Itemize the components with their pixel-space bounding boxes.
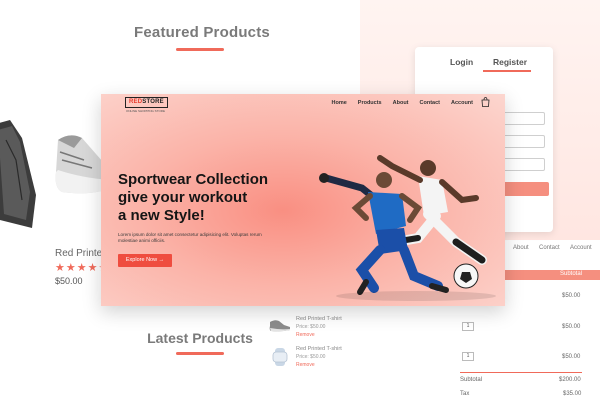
register-tab-indicator [483,70,531,72]
jacket-image[interactable] [0,120,42,230]
cart-item-name: Red Printed T-shirt [296,316,342,322]
logo-red-text: RED [129,99,143,105]
cart-row-subtotal: $50.00 [562,354,581,360]
cart-item-remove-link[interactable]: Remove [296,332,315,338]
hero-title-line: give your workout [118,189,248,206]
featured-title-underline [176,48,224,51]
ground-shadow [336,291,496,301]
main-nav: Home Products About Contact Account [332,100,474,106]
quantity-input[interactable]: 1 [462,352,474,361]
watch-thumb-image [272,348,288,366]
cart-row-subtotal: $50.00 [562,293,581,299]
latest-title-underline [176,352,224,355]
hero-title-line: a new Style! [118,207,205,224]
nav-home[interactable]: Home [332,100,347,106]
latest-products-title: Latest Products [147,330,253,346]
cart-item-price: Price: $50.00 [296,324,326,330]
logo-dark-text: STORE [142,99,164,105]
soccer-ball [453,263,479,289]
tab-register[interactable]: Register [493,57,527,67]
cart-nav-about[interactable]: About [513,245,529,251]
cart-item-name: Red Printed T-shirt [296,346,342,352]
featured-product-name[interactable]: Red Printe [55,248,102,259]
cart-row-subtotal: $50.00 [562,324,581,330]
featured-products-title: Featured Products [134,24,270,41]
tax-value: $35.00 [563,391,582,397]
hero-title: Sportwear Collection give your workout a… [118,171,298,225]
hero-subtitle: Lorem ipsum dolor sit amet consectetur a… [118,232,262,243]
cart-item-price: Price: $50.00 [296,354,326,360]
hero-banner: REDSTORE ONLINE SHOPPING STORE Home Prod… [101,94,505,306]
nav-about[interactable]: About [393,100,409,106]
store-logo[interactable]: REDSTORE [125,97,168,108]
explore-now-button[interactable]: Explore Now → [118,254,172,267]
shopping-bag-icon[interactable] [481,97,490,107]
subtotal-value: $200.00 [559,377,581,383]
cart-nav-account[interactable]: Account [570,245,592,251]
cart-nav-contact[interactable]: Contact [539,245,560,251]
tax-label: Tax [460,391,470,397]
quantity-input[interactable]: 1 [462,322,474,331]
soccer-players-image [319,155,496,301]
nav-account[interactable]: Account [451,100,473,106]
cart-header-subtotal: Subtotal [560,271,583,277]
cart-table-header [505,270,600,280]
tab-login[interactable]: Login [450,57,473,67]
subtotal-label: Subtotal [460,377,483,383]
nav-contact[interactable]: Contact [420,100,440,106]
shoe-thumb-image [269,320,290,332]
featured-product-price: $50.00 [55,276,83,286]
cart-item-remove-link[interactable]: Remove [296,362,315,368]
cart-total-divider [460,372,582,373]
logo-tagline: ONLINE SHOPPING STORE [126,109,165,113]
nav-products[interactable]: Products [358,100,382,106]
hero-title-line: Sportwear Collection [118,171,269,188]
